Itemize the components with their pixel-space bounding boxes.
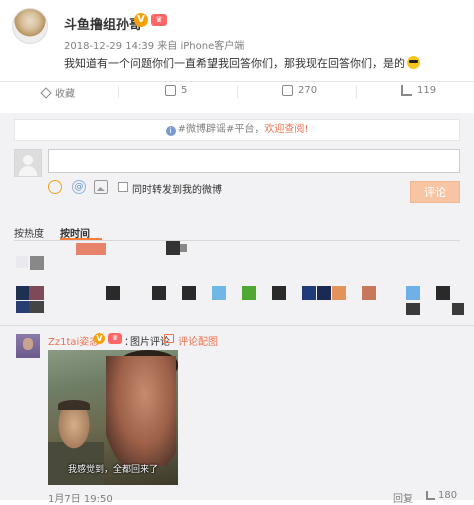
post-meta: 2018-12-29 14:39 来自 iPhone客户端 [64, 41, 245, 52]
comment-section: i #微博辟谣#平台，欢迎查阅! @ 同时转发到我的微博 评论 按热度 按时间 Z… [0, 113, 474, 505]
author-name[interactable]: 斗鱼撸组孙哥 [64, 14, 142, 33]
like-count: 119 [417, 85, 437, 96]
comment-like-count: 180 [438, 490, 458, 501]
like-button[interactable]: 119 [401, 85, 436, 96]
cool-emoji-icon [407, 56, 420, 69]
member-level-icon: ♛ [108, 333, 122, 344]
divider [118, 86, 119, 98]
placeholder-tile [16, 301, 29, 313]
placeholder-tile [30, 256, 44, 270]
placeholder-tile [152, 286, 166, 300]
share-count: 5 [181, 85, 188, 96]
post-text-content: 我知道有一个问题你们一直希望我回答你们，那我现在回答你们，是的 [64, 57, 405, 70]
comment-input[interactable] [48, 149, 460, 173]
placeholder-tile [16, 286, 29, 300]
author-avatar[interactable] [12, 8, 48, 44]
repost-checkbox[interactable] [118, 182, 128, 192]
comment-time: 1月7日 19:50 [48, 494, 113, 505]
verified-badge-icon: V [134, 13, 148, 27]
placeholder-tile [436, 286, 450, 300]
notice-link[interactable]: 欢迎查阅! [264, 124, 308, 135]
placeholder-tile [302, 286, 316, 300]
share-button[interactable]: 5 [165, 85, 187, 96]
favorite-button[interactable]: 收藏 [40, 85, 75, 100]
info-icon: i [165, 126, 176, 136]
comment-icon [282, 85, 293, 96]
image-caption: 我感觉到，全都回来了 [67, 465, 158, 475]
placeholder-tile [182, 286, 196, 300]
placeholder-tile [362, 286, 376, 300]
thumbs-up-icon [426, 491, 435, 500]
comment-button[interactable]: 270 [282, 85, 317, 96]
comment-like-button[interactable]: 180 [426, 490, 457, 501]
placeholder-tile [180, 244, 187, 252]
placeholder-tile [29, 301, 44, 313]
placeholder-tile [406, 303, 420, 315]
action-bar: 收藏 5 270 119 [0, 81, 474, 101]
placeholder-tile [76, 243, 106, 255]
comment-image[interactable]: 我感觉到，全都回来了 [48, 350, 178, 485]
placeholder-tile [317, 286, 331, 300]
member-level-icon: ♛ [151, 14, 167, 26]
tab-active-indicator [60, 238, 102, 240]
image-icon [164, 334, 174, 343]
weibo-post: 斗鱼撸组孙哥 V ♛ 2018-12-29 14:39 来自 iPhone客户端… [0, 0, 474, 81]
placeholder-tile [406, 286, 420, 300]
placeholder-tile [212, 286, 226, 300]
rumor-notice[interactable]: i #微博辟谣#平台，欢迎查阅! [14, 119, 460, 141]
favorite-label: 收藏 [55, 89, 75, 100]
tab-sort-hot[interactable]: 按热度 [14, 225, 44, 240]
placeholder-tile [332, 286, 346, 300]
thumbs-up-icon [401, 85, 412, 96]
mention-icon[interactable]: @ [72, 180, 86, 194]
post-text: 我知道有一个问题你们一直希望我回答你们，那我现在回答你们，是的 [64, 55, 420, 71]
star-icon [40, 86, 52, 99]
tab-divider [14, 240, 460, 241]
placeholder-tile [16, 256, 28, 268]
placeholder-tile [166, 241, 180, 255]
image-upload-icon[interactable] [94, 180, 108, 194]
placeholder-tile [452, 303, 464, 315]
photo-figure [106, 356, 176, 466]
divider [356, 86, 357, 98]
verified-badge-icon: V [94, 333, 105, 344]
commenter-avatar[interactable] [16, 334, 40, 358]
current-user-avatar [14, 149, 42, 177]
placeholder-tile [242, 286, 256, 300]
placeholder-tile [29, 286, 44, 300]
repost-label: 同时转发到我的微博 [132, 185, 222, 196]
photo-figure [58, 400, 90, 410]
commenter-name[interactable]: Zz1tai姿态 [48, 333, 99, 348]
comment-item: Zz1tai姿态 V ♛ ： 图片评论 评论配图 我感觉到，全都回来了 1月7日… [0, 325, 474, 505]
notice-prefix: #微博辟谣#平台， [177, 124, 265, 135]
placeholder-tile [106, 286, 120, 300]
comment-count: 270 [298, 85, 318, 96]
emoji-icon[interactable] [48, 180, 62, 194]
comment-image-link[interactable]: 评论配图 [178, 333, 218, 348]
reply-button[interactable]: 回复 [393, 490, 413, 505]
comment-submit-button[interactable]: 评论 [410, 181, 460, 203]
divider [237, 86, 238, 98]
share-icon [165, 85, 176, 96]
placeholder-tile [272, 286, 286, 300]
